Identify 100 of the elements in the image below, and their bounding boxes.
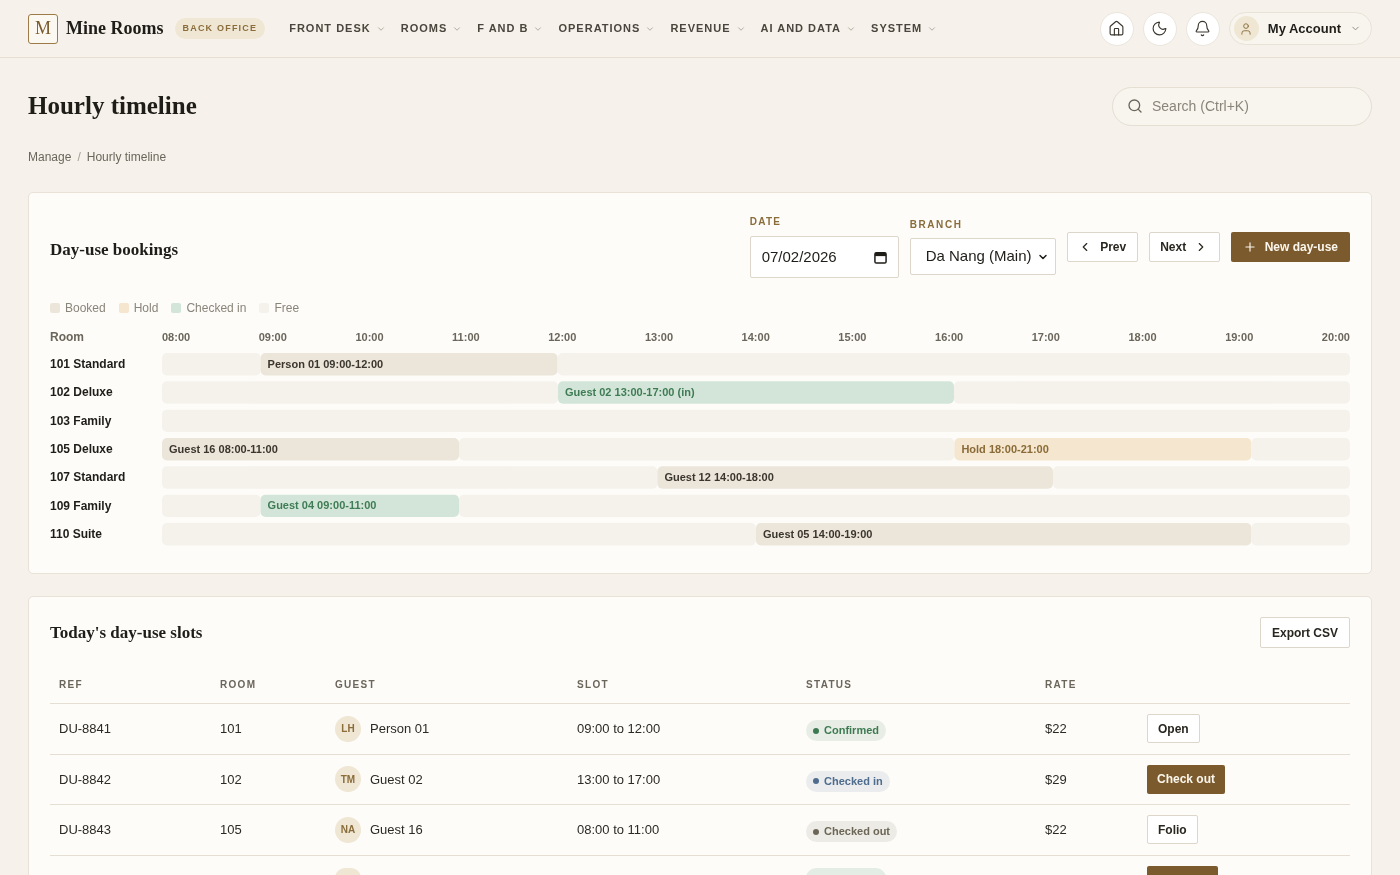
table-cell-text: 105 [219, 821, 243, 839]
export-csv-button[interactable]: Export CSV [1260, 617, 1350, 648]
table-cell-text: 102 [219, 770, 243, 789]
column-header: ROOM [219, 678, 258, 692]
annotation: Guest 16 08:00-11:00 [169, 442, 278, 455]
table-cell-text: DU-8841 [58, 720, 113, 738]
guest-avatar: NA [335, 816, 361, 843]
room-name: 107 Standard [50, 470, 126, 485]
hour-label: 19:00 [1225, 331, 1254, 343]
annotation: Guest 12 14:00-18:00 [664, 470, 774, 483]
hour-label: 08:00 [162, 331, 191, 343]
plus-icon [1242, 240, 1257, 254]
search-icon [1127, 98, 1143, 114]
booking-bar[interactable]: Person 01 09:00-12:00 [260, 353, 558, 376]
page-title: Hourly timeline [28, 91, 197, 122]
hour-label: 11:00 [452, 331, 480, 343]
guest-name: Guest 16 [370, 821, 423, 839]
next-button[interactable]: Next [1148, 232, 1220, 262]
guest-avatar: TM [335, 766, 361, 793]
house-icon [1108, 20, 1126, 37]
axis-title: Room [50, 331, 85, 343]
back-office-badge: BACK OFFICE [174, 18, 266, 39]
booking-bar[interactable]: Guest 12 14:00-18:00 [657, 466, 1053, 489]
column-header: SLOT [576, 678, 610, 692]
action-button[interactable]: Check out [1147, 764, 1225, 794]
hour-label: 15:00 [838, 331, 867, 343]
guest-name: Guest 02 [370, 770, 423, 789]
table-cell-text: $22 [1044, 821, 1068, 839]
search-field[interactable]: Search (Ctrl+K) [1112, 86, 1372, 126]
new-day-use-button[interactable]: New day-use [1230, 232, 1350, 262]
nav-menu[interactable]: FRONT DESK [289, 20, 386, 37]
field-label: DATE [749, 216, 783, 228]
table-cell-text: 08:00 to 11:00 [576, 821, 661, 839]
room-name: 101 Standard [50, 356, 126, 371]
home-button[interactable] [1099, 11, 1134, 46]
nav-menu[interactable]: SYSTEM [871, 20, 938, 37]
hour-label: 14:00 [741, 331, 770, 343]
legend-label: Hold [133, 300, 159, 317]
room-name: 105 Deluxe [50, 441, 113, 456]
column-header: REF [58, 678, 84, 692]
action-button[interactable]: Folio [1147, 815, 1198, 845]
table-cell-text: $29 [1044, 770, 1068, 789]
annotation: Hold 18:00-21:00 [961, 442, 1049, 455]
booking-bar[interactable]: Guest 05 14:00-19:00 [756, 523, 1252, 546]
column-header: GUEST [334, 678, 377, 692]
bell-icon [1194, 20, 1212, 37]
brand-name: Mine Rooms [66, 17, 164, 40]
hour-label: 17:00 [1031, 331, 1060, 343]
room-name: 103 Family [50, 413, 112, 428]
table-cell-text: 13:00 to 17:00 [576, 770, 662, 789]
guest-avatar: LH [335, 715, 361, 742]
booking-bar[interactable]: Hold 18:00-21:00 [954, 438, 1252, 461]
hour-label: 16:00 [935, 331, 964, 343]
calendar-icon [873, 250, 887, 264]
nav-menu[interactable]: F AND B [477, 20, 544, 37]
breadcrumb-link[interactable]: Manage [28, 148, 72, 166]
date-field[interactable]: 07/02/2026 [749, 236, 899, 278]
moon-icon [1151, 20, 1169, 37]
status-badge: Checked in [806, 770, 890, 792]
booking-bar[interactable]: Guest 16 08:00-11:00 [162, 438, 459, 461]
table-cell-text: $22 [1044, 720, 1068, 738]
hour-label: 09:00 [258, 331, 287, 343]
hour-label: 12:00 [548, 331, 577, 343]
guest-name: Person 01 [370, 720, 430, 738]
legend-label: Checked in [186, 300, 247, 317]
status-badge: Checked out [806, 821, 897, 842]
field-label: BRANCH [909, 219, 964, 231]
table-cell-text: DU-8843 [58, 821, 113, 839]
nav-menu[interactable]: REVENUE [670, 20, 746, 37]
card-title: Day-use bookings [50, 239, 178, 261]
breadcrumb-separator: / [77, 149, 81, 166]
booking-bar[interactable]: Guest 02 13:00-17:00 (in) [558, 381, 954, 404]
user-avatar-icon [1233, 16, 1259, 41]
nav-menu[interactable]: OPERATIONS [558, 20, 656, 37]
nav-menu[interactable]: ROOMS [400, 20, 463, 37]
hour-label: 13:00 [644, 331, 674, 343]
hour-label: 10:00 [355, 331, 384, 343]
room-name: 102 Deluxe [50, 385, 113, 400]
booking-bar[interactable]: Guest 04 09:00-11:00 [260, 494, 459, 518]
hour-label: 18:00 [1128, 331, 1157, 343]
notifications-button[interactable] [1185, 11, 1220, 46]
hour-label: 20:00 [1321, 331, 1350, 343]
account-menu[interactable]: My Account [1228, 12, 1372, 45]
status-badge: Confirmed [806, 720, 886, 741]
legend-label: Booked [65, 300, 106, 317]
nav-menu[interactable]: AI AND DATA [760, 20, 857, 37]
prev-button[interactable]: Prev [1066, 232, 1138, 262]
logo-mark: M [28, 13, 58, 44]
table-cell-text: 09:00 to 12:00 [576, 720, 662, 738]
column-header: STATUS [805, 678, 854, 692]
annotation: Person 01 09:00-12:00 [267, 357, 384, 370]
action-button[interactable]: Open [1147, 714, 1200, 744]
theme-button[interactable] [1142, 11, 1177, 46]
branch-select[interactable]: Da Nang (Main) [909, 238, 1056, 275]
action-button[interactable] [1147, 865, 1218, 875]
room-name: 109 Family [50, 498, 112, 513]
column-header: RATE [1044, 678, 1078, 692]
annotation: Guest 02 13:00-17:00 (in) [565, 385, 695, 398]
legend-label: Free [274, 300, 300, 317]
card-title: Today's day-use slots [50, 621, 203, 644]
